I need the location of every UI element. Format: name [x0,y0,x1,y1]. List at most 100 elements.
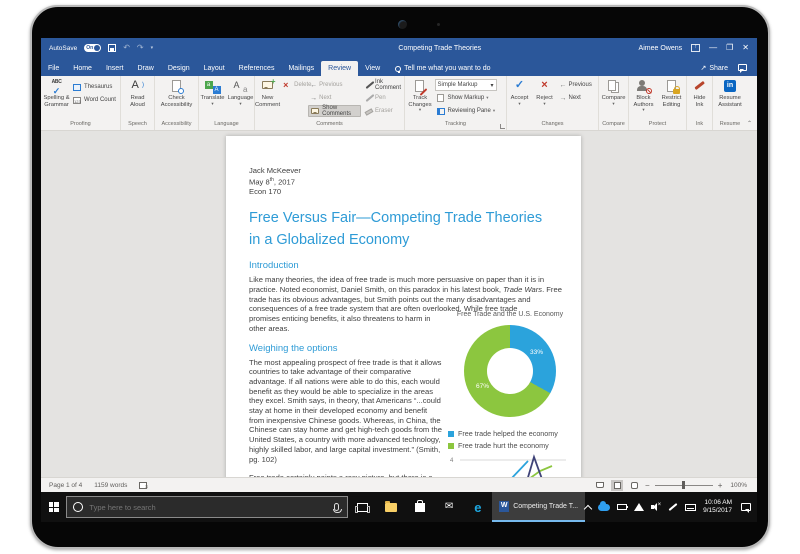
zoom-slider[interactable] [655,485,713,486]
doc-paragraph-intro-wrap[interactable]: promises enticing benefits, it also thre… [249,314,443,333]
doc-paragraph-intro[interactable]: Like many theories, the idea of free tra… [249,275,562,314]
show-markup-button[interactable]: Show Markup ▾ [435,92,505,104]
tab-view[interactable]: View [358,61,387,76]
tab-review[interactable]: Review [321,61,358,76]
hide-ink-button[interactable]: Hide Ink [688,78,712,108]
accept-button[interactable]: ✓ Accept ▾ [508,78,532,106]
new-comment-button[interactable]: + New Comment [255,78,280,108]
pen-icon [364,94,373,103]
touch-keyboard-icon[interactable] [685,504,696,511]
zoom-in-button[interactable]: + [718,481,723,490]
tab-references[interactable]: References [232,61,282,76]
read-aloud-button[interactable]: A⟩ Read Aloud [124,78,151,108]
doc-course[interactable]: Econ 170 [249,187,564,197]
doc-author[interactable]: Jack McKeever [249,166,564,176]
tab-home[interactable]: Home [66,61,99,76]
track-changes-button[interactable]: Track Changes ▾ [407,78,434,112]
tracking-dialog-launcher-icon[interactable] [500,124,505,129]
restore-button[interactable]: ❐ [726,44,733,52]
comments-icon[interactable] [738,64,747,71]
zoom-out-button[interactable]: − [645,481,650,490]
spelling-grammar-button[interactable]: ABC✓ Spelling & Grammar [43,78,70,108]
edge-button[interactable]: e [463,492,492,522]
customize-qat-icon[interactable]: ▾ [151,45,154,51]
previous-comment-button[interactable]: ← Previous [308,79,361,91]
web-layout-button[interactable] [628,480,640,491]
thesaurus-button[interactable]: Thesaurus [71,81,118,93]
block-authors-button[interactable]: Block Authors ▾ [630,78,657,112]
ink-comment-button[interactable]: Ink Comment [362,79,404,91]
display-for-review-dropdown[interactable]: Simple Markup ▾ [435,79,497,91]
mail-button[interactable]: ✉ [435,492,464,522]
check-accessibility-button[interactable]: Check Accessibility [157,78,197,108]
microphone-icon[interactable] [334,503,339,511]
undo-icon[interactable]: ↶ [123,44,130,52]
chart-object[interactable]: Free Trade and the U.S. Economy 33% 67% … [448,311,572,477]
volume-muted-icon[interactable] [651,503,661,511]
tab-layout[interactable]: Layout [197,61,232,76]
delete-icon: × [283,81,292,90]
read-mode-button[interactable] [594,480,606,491]
resume-assistant-button[interactable]: in Resume Assistant [717,78,744,108]
start-button[interactable] [41,492,66,522]
store-button[interactable] [406,492,435,522]
eraser-button[interactable]: Eraser [362,105,404,117]
tab-draw[interactable]: Draw [130,61,160,76]
redo-icon[interactable]: ↷ [137,44,144,52]
save-icon[interactable] [108,44,116,52]
zoom-slider-thumb[interactable] [682,481,685,489]
ribbon-display-options-icon[interactable] [691,44,700,52]
show-hidden-icons-icon[interactable] [584,504,592,512]
line-chart-ytick-4: 4 [450,458,454,464]
network-icon[interactable] [634,503,644,511]
pen-button[interactable]: Pen [362,92,404,104]
zoom-level[interactable]: 100% [730,482,747,489]
page-indicator[interactable]: Page 1 of 4 [49,482,82,489]
task-view-button[interactable] [348,492,377,522]
spelling-grammar-icon: ABC✓ [49,79,65,94]
doc-heading-introduction[interactable]: Introduction [249,260,564,271]
document-page[interactable]: Jack McKeever May 8th, 2017 Econ 170 Fre… [226,136,581,477]
reviewing-pane-button[interactable]: Reviewing Pane ▾ [435,105,505,117]
proofing-status-icon[interactable] [139,482,147,489]
delete-comment-button[interactable]: × Delete [281,79,307,91]
collapse-ribbon-icon[interactable]: ⌃ [747,120,752,127]
line-chart: 4 3 [448,453,570,477]
share-button[interactable]: ↗ Share [692,60,736,76]
taskbar-app-word[interactable]: Competing Trade T... [492,492,585,522]
minimize-button[interactable]: — [709,44,717,52]
restrict-editing-button[interactable]: Restrict Editing [658,78,685,108]
close-button[interactable]: ✕ [742,44,749,52]
tab-insert[interactable]: Insert [99,61,131,76]
doc-date[interactable]: May 8th, 2017 [249,176,564,187]
tab-file[interactable]: File [41,61,66,76]
print-layout-button[interactable] [611,480,623,491]
translate-button[interactable]: aA Translate ▾ [199,78,226,106]
user-name[interactable]: Aimee Owens [639,45,683,52]
screen: AutoSave On ↶ ↷ ▾ Competing Trade Theori… [41,38,757,522]
word-count-indicator[interactable]: 1159 words [94,482,127,489]
onedrive-icon[interactable] [598,504,610,511]
doc-paragraph-options[interactable]: The most appealing prospect of free trad… [249,358,443,465]
next-comment-button[interactable]: → Next [308,92,361,104]
task-view-icon [357,503,368,512]
compare-button[interactable]: Compare ▾ [600,78,627,106]
taskbar-clock[interactable]: 10:06 AM 9/15/2017 [703,499,732,515]
taskbar-search[interactable] [66,496,348,518]
reject-button[interactable]: × Reject ▾ [533,78,557,106]
action-center-icon[interactable] [741,503,751,511]
language-button[interactable]: Aa Language ▾ [227,78,254,106]
tell-me-box[interactable]: Tell me what you want to do [387,61,498,76]
battery-icon[interactable] [617,504,627,510]
tab-design[interactable]: Design [161,61,197,76]
next-change-button[interactable]: → Next [558,92,598,104]
doc-title-heading[interactable]: Free Versus Fair—Competing Trade Theorie… [249,208,549,251]
word-count-button[interactable]: 123 Word Count [71,94,118,106]
autosave-toggle[interactable]: On [84,44,101,52]
search-input[interactable] [89,503,328,512]
tab-mailings[interactable]: Mailings [281,61,321,76]
pen-settings-icon[interactable] [669,503,678,511]
file-explorer-button[interactable] [377,492,406,522]
previous-change-button[interactable]: ← Previous [558,79,598,91]
show-comments-button[interactable]: Show Comments [308,105,361,117]
